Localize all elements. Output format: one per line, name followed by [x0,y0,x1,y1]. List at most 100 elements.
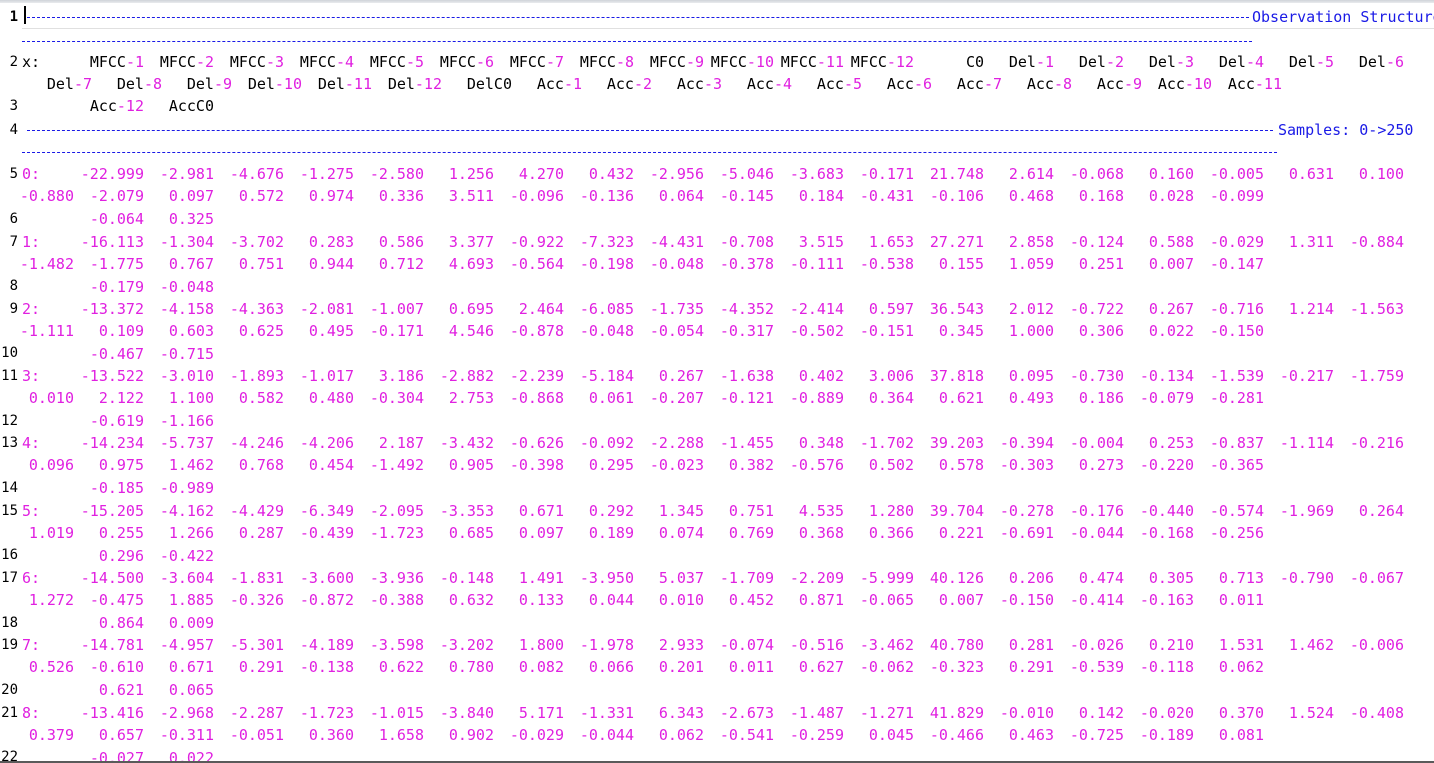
sample-value: 40.126 [929,569,984,587]
sample-value: -1.271 [859,704,914,722]
sample-value: 1.491 [518,569,564,587]
sample-line: 0.621 0.065 [74,679,214,701]
sample-value: -3.936 [369,569,424,587]
sample-value: -4.246 [229,434,284,452]
sample-line: 7: -14.781 -4.957 -5.301 -4.189 -3.598 -3.202 1… [22,634,1404,656]
sample-value: -1.111 [19,322,74,340]
sample-value: -0.323 [929,658,984,676]
sample-value: 1.214 [1288,300,1334,318]
sample-value: 1.059 [1008,255,1054,273]
sample-value: -0.716 [1209,300,1264,318]
sample-value: -0.626 [509,434,564,452]
sample-value: -0.872 [299,591,354,609]
sample-value: -14.234 [80,434,144,452]
column-header: Acc-5 [816,75,862,93]
sample-value: -0.467 [89,345,144,363]
sample-value: 2.012 [1008,300,1054,318]
sample-value: -3.702 [229,233,284,251]
sample-line: 8: -13.416 -2.968 -2.287 -1.723 -1.015 -3.840 5… [22,702,1404,724]
sample-value: -1.775 [89,255,144,273]
sample-value: -1.563 [1349,300,1404,318]
sample-value: 2.464 [518,300,564,318]
sample-line: 0: -22.999 -2.981 -4.676 -1.275 -2.580 1.256 4.… [22,163,1404,185]
column-header: Del-1 [1008,53,1054,71]
sample-value: -0.171 [859,165,914,183]
sample-value: 0.336 [378,187,424,205]
sample-value: -1.487 [789,704,844,722]
sample-value: -1.759 [1349,367,1404,385]
sample-line: 5: -15.205 -4.162 -4.429 -6.349 -2.095 -3.353 0… [22,500,1404,522]
sample-value: 0.022 [168,749,214,763]
sample-line: 0.096 0.975 1.462 0.768 0.454 -1.492 0.905 -0.3… [4,454,1264,476]
sample-value: 2.858 [1008,233,1054,251]
sample-line: 3: -13.522 -3.010 -1.893 -1.017 3.186 -2.882 -2… [22,365,1404,387]
sample-value: 0.066 [588,658,634,676]
sample-index: 4: [22,434,41,452]
sample-value: -2.981 [159,165,214,183]
sample-value: -0.365 [1209,456,1264,474]
sample-value: -0.466 [929,726,984,744]
sample-value: 0.382 [728,456,774,474]
sample-value: -0.538 [859,255,914,273]
sample-value: 0.657 [98,726,144,744]
sample-value: -0.837 [1209,434,1264,452]
line-number: 7 [9,234,18,250]
sample-value: 5.037 [658,569,704,587]
sample-line: -0.880 -2.079 0.097 0.572 0.974 0.336 3.511 -0.… [4,185,1264,207]
sample-value: -2.079 [89,187,144,205]
sample-value: 0.201 [658,658,704,676]
separator-dashes-top [27,17,1249,18]
sample-value: -2.956 [649,165,704,183]
sample-value: 0.295 [588,456,634,474]
sample-value: -3.462 [859,636,914,654]
sample-value: -5.046 [719,165,774,183]
sample-value: 1.100 [168,389,214,407]
sample-value: 0.184 [798,187,844,205]
column-header: Del-5 [1288,53,1334,71]
sample-line: 0.296 -0.422 [74,545,214,567]
sample-value: 0.210 [1148,636,1194,654]
sample-value: -3.010 [159,367,214,385]
sample-value: 0.627 [798,658,844,676]
sample-index: 8: [22,704,41,722]
sample-value: 0.061 [588,389,634,407]
sample-index: 1: [22,233,41,251]
column-header: MFCC-1 [89,53,144,71]
sample-value: 0.206 [1008,569,1054,587]
sample-value: -2.673 [719,704,774,722]
sample-value: 0.402 [798,367,844,385]
column-header: Del-3 [1148,53,1194,71]
sample-value: -0.106 [929,187,984,205]
sample-value: -0.029 [1209,233,1264,251]
sample-value: 4.546 [448,322,494,340]
sample-index: 2: [22,300,41,318]
sample-line: 4: -14.234 -5.737 -4.246 -4.206 2.187 -3.432 -0… [22,432,1404,454]
sample-value: -0.099 [1209,187,1264,205]
sample-value: -1.275 [299,165,354,183]
column-header: Del-7 [46,75,92,93]
sample-value: 0.370 [1218,704,1264,722]
column-header: MFCC-4 [299,53,354,71]
text-editor[interactable]: 1 2 3 4 5 6 7 8 9 10 11 12 13 14 15 16 17 18 19 20 21 22 Obse… [0,0,1434,763]
sample-value: 40.780 [929,636,984,654]
sample-value: -0.145 [719,187,774,205]
sample-value: 0.082 [518,658,564,676]
sample-value: 0.264 [1358,502,1404,520]
sample-value: -0.189 [1139,726,1194,744]
sample-value: -0.574 [1209,502,1264,520]
column-header: MFCC-9 [649,53,704,71]
sample-index: 0: [22,165,41,183]
line-number: 8 [9,278,18,294]
sample-value: -0.074 [719,636,774,654]
sample-value: -0.311 [159,726,214,744]
sample-value: 4.270 [518,165,564,183]
sample-value: -1.492 [369,456,424,474]
sample-value: 0.045 [868,726,914,744]
sample-value: -0.048 [159,278,214,296]
sample-value: -0.326 [229,591,284,609]
column-header: Acc-10 [1157,75,1212,93]
column-header: MFCC-5 [369,53,424,71]
sample-value: -2.239 [509,367,564,385]
sample-value: -3.840 [439,704,494,722]
sample-value: 0.621 [938,389,984,407]
